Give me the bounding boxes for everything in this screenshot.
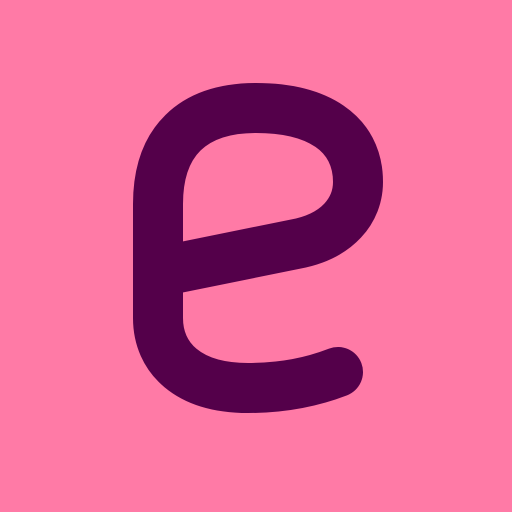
app-icon <box>0 0 512 512</box>
letter-e-logo-icon <box>133 83 383 413</box>
logo-glyph <box>133 83 383 413</box>
